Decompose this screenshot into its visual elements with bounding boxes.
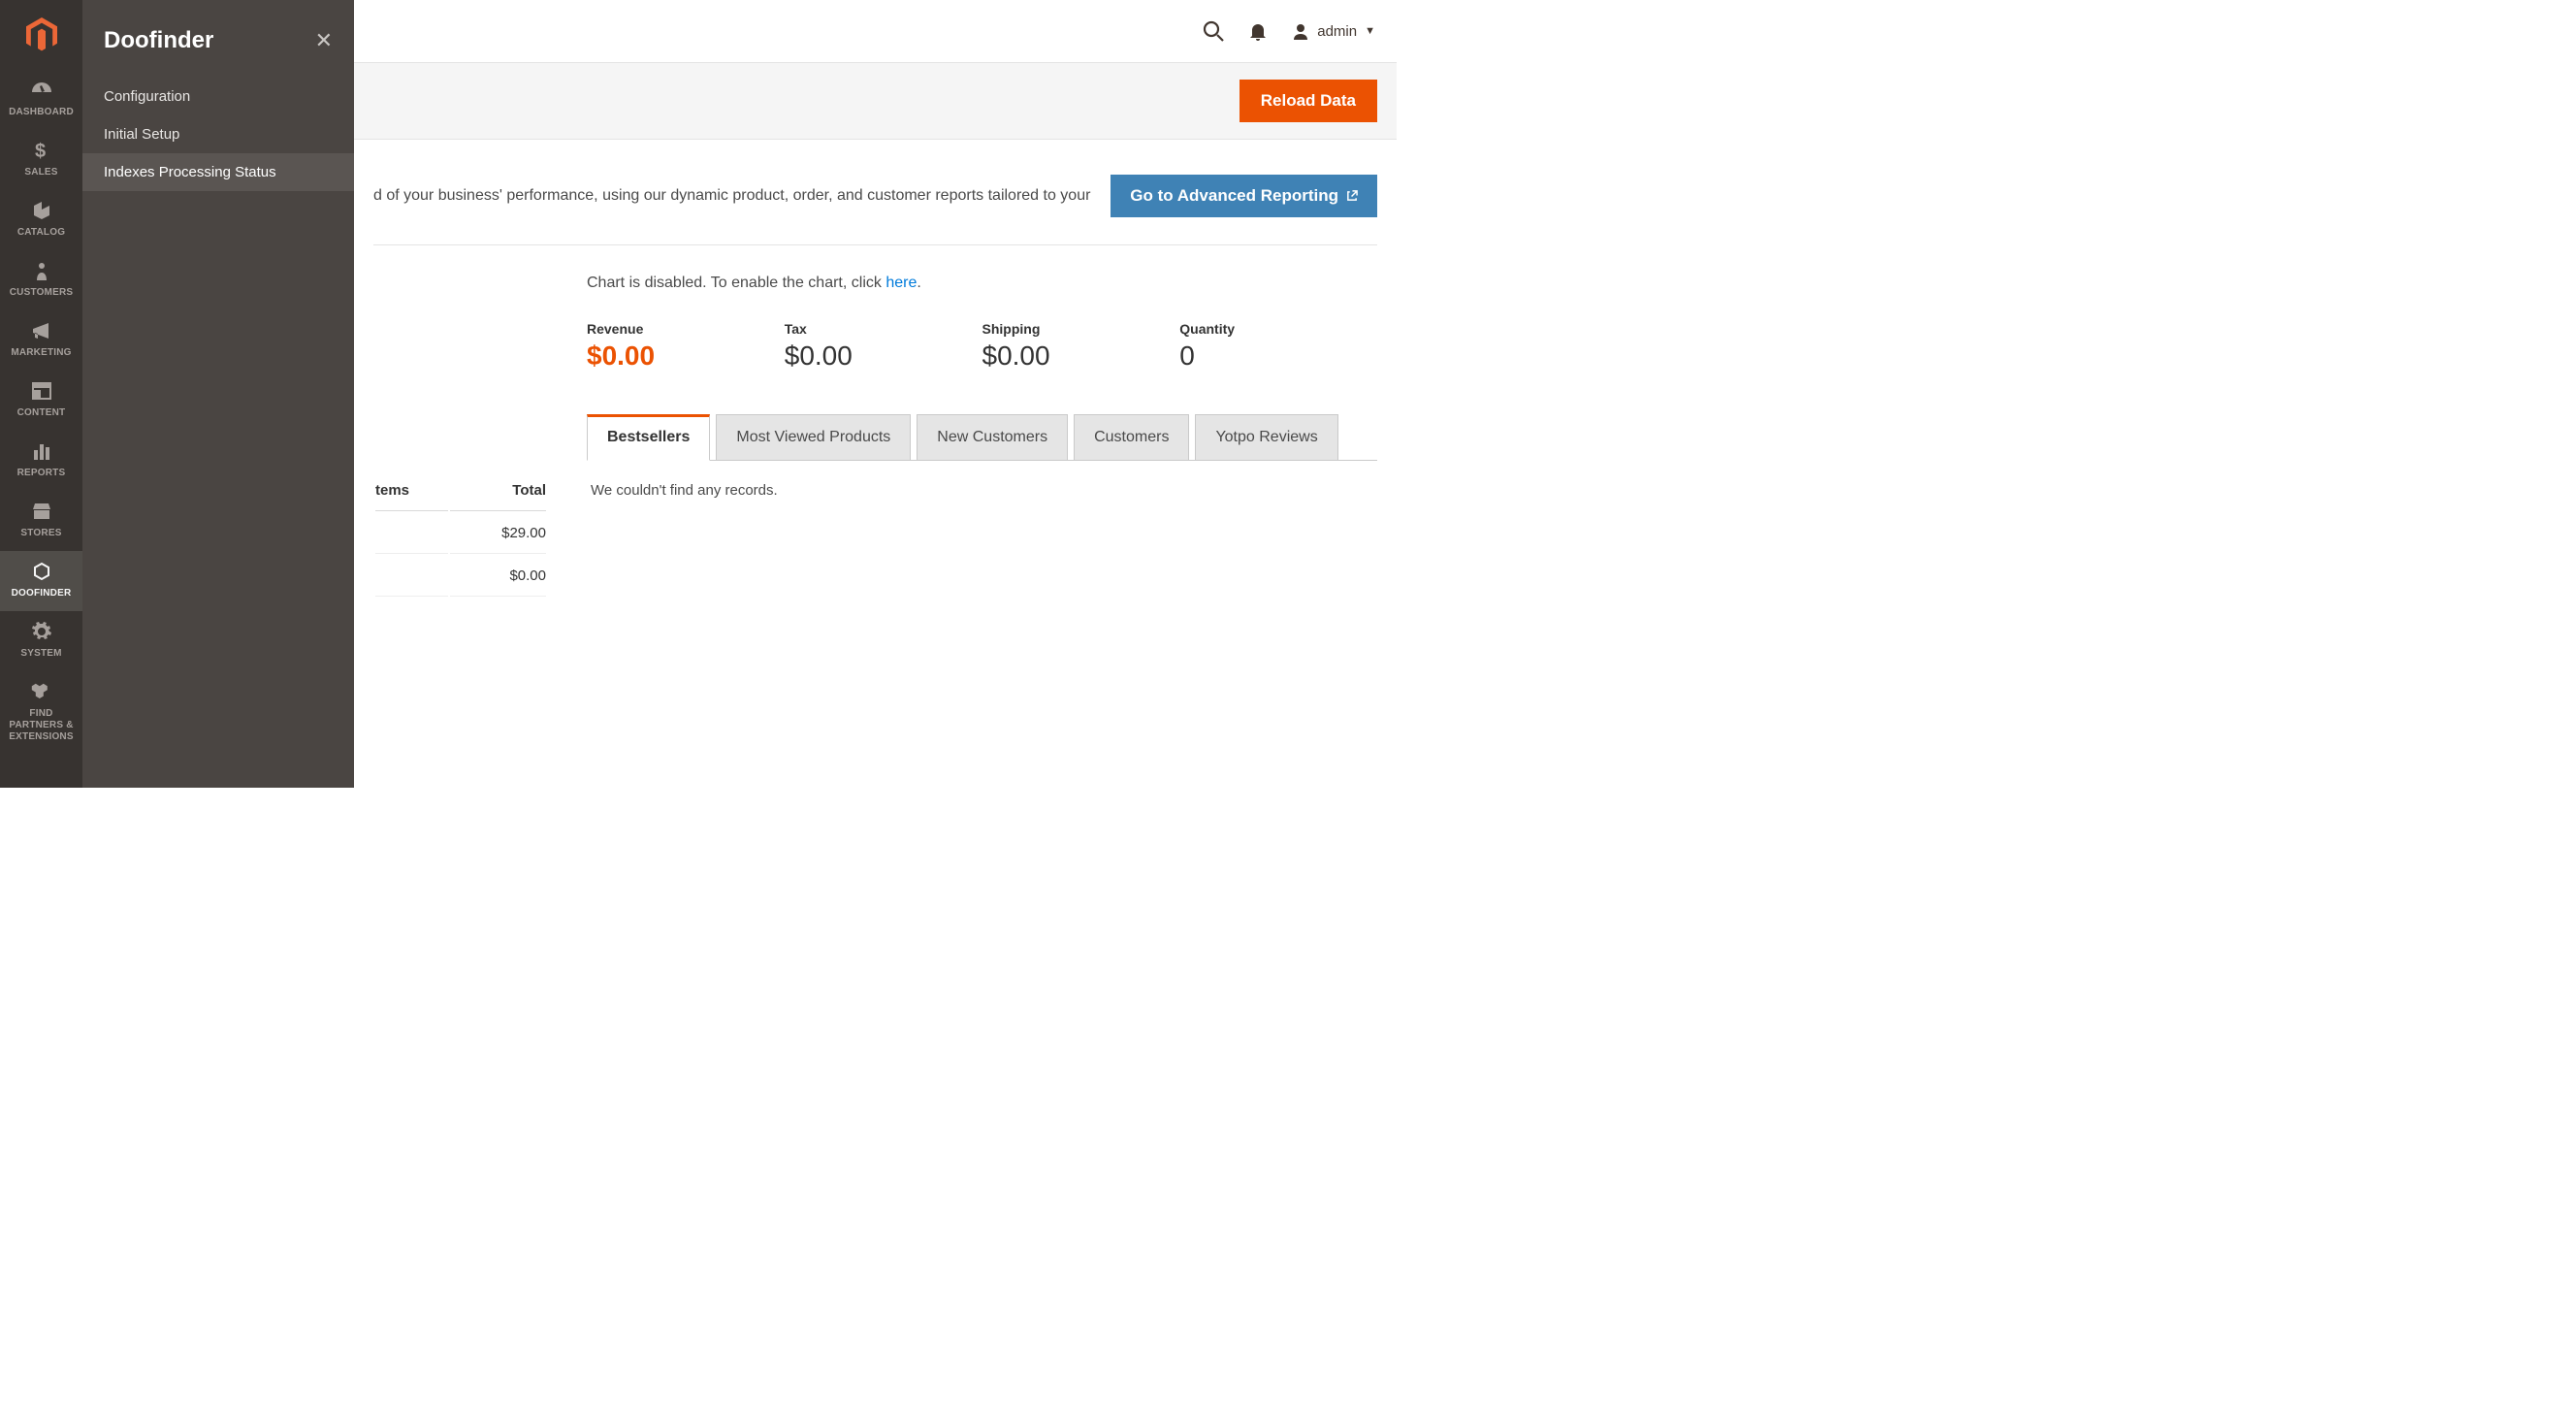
sidebar-item-doofinder[interactable]: DOOFINDER [0, 551, 82, 611]
table-row[interactable]: $29.00 [375, 513, 546, 554]
sidebar-item-label: DOOFINDER [12, 588, 72, 600]
col-header-total: Total [450, 482, 546, 511]
dollar-icon: $ [35, 140, 48, 161]
submenu-item-configuration[interactable]: Configuration [82, 78, 354, 115]
search-icon[interactable] [1203, 20, 1224, 42]
row-total: $0.00 [450, 556, 546, 597]
stat-revenue: Revenue $0.00 [587, 321, 785, 372]
submenu-item-initial-setup[interactable]: Initial Setup [82, 115, 354, 153]
stat-tax: Tax $0.00 [785, 321, 982, 372]
user-menu[interactable]: admin ▼ [1292, 22, 1375, 40]
sidebar-item-label: CONTENT [17, 407, 66, 419]
cubes-icon [31, 681, 52, 702]
tab-most-viewed[interactable]: Most Viewed Products [716, 414, 911, 461]
svg-text:$: $ [35, 141, 46, 161]
chart-disabled-message: Chart is disabled. To enable the chart, … [587, 275, 1377, 292]
stat-value: 0 [1179, 340, 1377, 372]
gear-icon [32, 621, 51, 642]
external-link-icon [1346, 190, 1358, 202]
stat-shipping: Shipping $0.00 [982, 321, 1180, 372]
enable-chart-link[interactable]: here [886, 275, 917, 291]
dashboard-tabs: Bestsellers Most Viewed Products New Cus… [587, 414, 1377, 461]
tab-yotpo-reviews[interactable]: Yotpo Reviews [1195, 414, 1337, 461]
sidebar-item-marketing[interactable]: MARKETING [0, 310, 82, 371]
close-icon[interactable]: ✕ [315, 28, 333, 53]
stat-quantity: Quantity 0 [1179, 321, 1377, 372]
left-orders-column: tems Total $29.00 $0.00 [373, 275, 548, 599]
megaphone-icon [31, 320, 52, 341]
sidebar-item-stores[interactable]: STORES [0, 491, 82, 551]
magento-logo[interactable] [0, 0, 82, 70]
cube-icon [32, 200, 51, 221]
submenu-item-indexes-status[interactable]: Indexes Processing Status [82, 153, 354, 191]
sidebar-item-label: CATALOG [17, 227, 65, 239]
storefront-icon [31, 501, 52, 522]
hexagon-icon [32, 561, 51, 582]
doofinder-submenu: Doofinder ✕ Configuration Initial Setup … [82, 0, 354, 788]
sidebar-item-partners[interactable]: FIND PARTNERS & EXTENSIONS [0, 671, 82, 755]
tab-new-customers[interactable]: New Customers [917, 414, 1068, 461]
bar-chart-icon [32, 440, 51, 462]
orders-mini-table: tems Total $29.00 $0.00 [373, 480, 548, 599]
promo-row: d of your business' performance, using o… [373, 140, 1377, 245]
tab-customers[interactable]: Customers [1074, 414, 1189, 461]
gauge-icon [30, 80, 53, 101]
advanced-reporting-label: Go to Advanced Reporting [1130, 186, 1338, 206]
layout-icon [32, 380, 51, 402]
person-icon [35, 260, 48, 281]
action-bar: Reload Data [354, 62, 1397, 140]
row-total: $29.00 [450, 513, 546, 554]
sidebar-item-label: FIND PARTNERS & EXTENSIONS [2, 708, 80, 743]
stat-label: Shipping [982, 321, 1180, 337]
sidebar-item-sales[interactable]: $ SALES [0, 130, 82, 190]
reload-data-button[interactable]: Reload Data [1240, 80, 1377, 122]
sidebar-item-customers[interactable]: CUSTOMERS [0, 250, 82, 310]
notifications-icon[interactable] [1249, 21, 1267, 41]
stat-label: Tax [785, 321, 982, 337]
sidebar-item-label: MARKETING [11, 347, 71, 359]
sidebar-item-label: SALES [24, 167, 57, 178]
sidebar-item-label: SYSTEM [20, 648, 61, 660]
sidebar-item-label: DASHBOARD [9, 107, 74, 118]
admin-sidebar: DASHBOARD $ SALES CATALOG CUSTOMERS MARK… [0, 0, 82, 788]
stat-label: Quantity [1179, 321, 1377, 337]
tab-bestsellers[interactable]: Bestsellers [587, 414, 710, 461]
sidebar-item-content[interactable]: CONTENT [0, 371, 82, 431]
sidebar-item-reports[interactable]: REPORTS [0, 431, 82, 491]
col-header-items: tems [375, 482, 448, 511]
sidebar-item-system[interactable]: SYSTEM [0, 611, 82, 671]
dashboard-right-column: Chart is disabled. To enable the chart, … [587, 275, 1377, 599]
stat-value: $0.00 [587, 340, 785, 372]
stats-row: Revenue $0.00 Tax $0.00 Shipping $0.00 Q… [587, 321, 1377, 372]
table-row[interactable]: $0.00 [375, 556, 546, 597]
chevron-down-icon: ▼ [1365, 25, 1375, 37]
sidebar-item-catalog[interactable]: CATALOG [0, 190, 82, 250]
username: admin [1317, 23, 1357, 40]
promo-text: d of your business' performance, using o… [373, 184, 1090, 209]
stat-label: Revenue [587, 321, 785, 337]
sidebar-item-dashboard[interactable]: DASHBOARD [0, 70, 82, 130]
tab-content-empty: We couldn't find any records. [587, 460, 1377, 520]
submenu-title: Doofinder [104, 27, 213, 54]
advanced-reporting-button[interactable]: Go to Advanced Reporting [1111, 175, 1377, 217]
stat-value: $0.00 [785, 340, 982, 372]
sidebar-item-label: REPORTS [17, 468, 66, 479]
sidebar-item-label: CUSTOMERS [10, 287, 74, 299]
stat-value: $0.00 [982, 340, 1180, 372]
sidebar-item-label: STORES [20, 528, 61, 539]
user-icon [1292, 22, 1309, 40]
